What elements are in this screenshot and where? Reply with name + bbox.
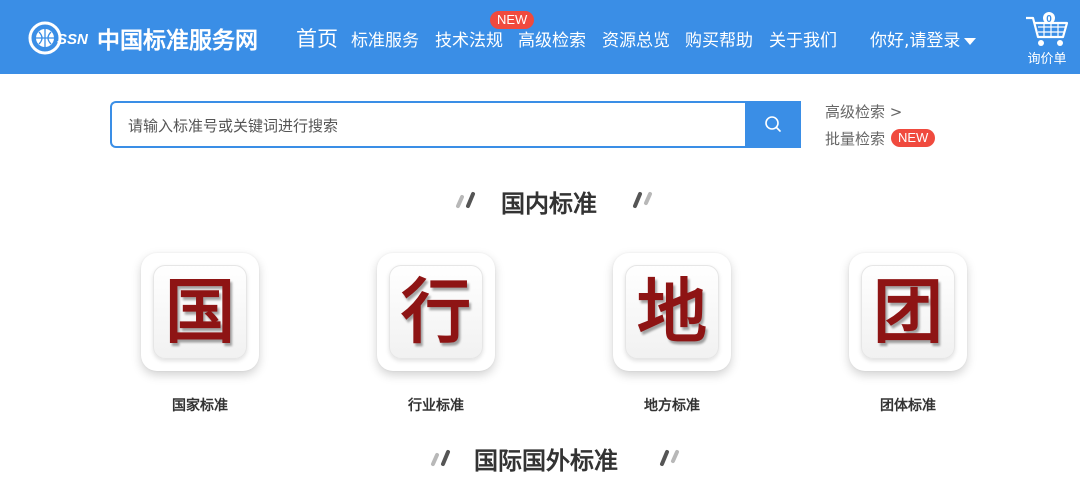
category-tile-local[interactable]: 地 bbox=[613, 253, 731, 371]
inquiry-cart-button[interactable]: 0 询价单 bbox=[1022, 12, 1072, 68]
cart-icon: 0 bbox=[1026, 12, 1069, 46]
top-header: SSN 中国标准服务网 首页 标准服务 技术法规 高级检索 资源总览 购买帮助 … bbox=[0, 0, 1080, 74]
tile-face: 团 bbox=[861, 265, 955, 359]
nav-tech-regulations[interactable]: 技术法规 bbox=[435, 26, 503, 56]
international-section-title: 国际国外标准 bbox=[474, 447, 618, 475]
title-slash-left-icon bbox=[456, 192, 475, 208]
main-nav: 首页 标准服务 技术法规 高级检索 资源总览 购买帮助 关于我们 bbox=[0, 26, 860, 56]
category-tile-industry[interactable]: 行 bbox=[377, 253, 495, 371]
search-button[interactable] bbox=[745, 101, 801, 148]
title-slash-right-icon bbox=[660, 450, 679, 466]
nav-home[interactable]: 首页 bbox=[296, 24, 338, 54]
cart-label: 询价单 bbox=[1027, 52, 1067, 67]
batch-search-label: 批量检索 bbox=[825, 130, 886, 148]
nav-purchase-help[interactable]: 购买帮助 bbox=[685, 26, 753, 56]
title-slash-left-icon bbox=[431, 450, 450, 466]
nav-advanced-search[interactable]: 高级检索 bbox=[518, 26, 586, 56]
chevron-down-icon bbox=[964, 37, 977, 45]
title-slash-right-icon bbox=[633, 192, 652, 208]
batch-new-badge: NEW bbox=[891, 129, 936, 147]
cart-count: 0 bbox=[1046, 14, 1052, 25]
login-label: 你好,请登录 bbox=[870, 31, 961, 51]
category-label-group[interactable]: 团体标准 bbox=[828, 395, 988, 415]
advanced-search-link[interactable]: 高级检索 > bbox=[825, 101, 902, 122]
nav-resources[interactable]: 资源总览 bbox=[602, 26, 670, 56]
search-icon bbox=[765, 116, 781, 132]
search-input[interactable] bbox=[126, 103, 730, 148]
category-label-industry[interactable]: 行业标准 bbox=[356, 395, 516, 415]
national-char-icon: 国 bbox=[165, 270, 235, 353]
batch-search-link[interactable]: 批量检索 bbox=[825, 128, 885, 149]
tile-face: 地 bbox=[625, 265, 719, 359]
new-badge: NEW bbox=[490, 11, 535, 29]
login-link[interactable]: 你好,请登录 bbox=[870, 26, 977, 56]
tile-face: 行 bbox=[389, 265, 483, 359]
category-label-national[interactable]: 国家标准 bbox=[120, 395, 280, 415]
group-char-icon: 团 bbox=[873, 270, 943, 353]
local-char-icon: 地 bbox=[637, 270, 707, 353]
category-tile-national[interactable]: 国 bbox=[141, 253, 259, 371]
category-tile-group[interactable]: 团 bbox=[849, 253, 967, 371]
nav-standard-service[interactable]: 标准服务 bbox=[351, 26, 419, 56]
domestic-section-title: 国内标准 bbox=[501, 190, 597, 218]
tile-face: 国 bbox=[153, 265, 247, 359]
search-box bbox=[110, 101, 746, 148]
nav-about-us[interactable]: 关于我们 bbox=[769, 26, 837, 56]
category-label-local[interactable]: 地方标准 bbox=[592, 395, 752, 415]
industry-char-icon: 行 bbox=[401, 270, 471, 353]
